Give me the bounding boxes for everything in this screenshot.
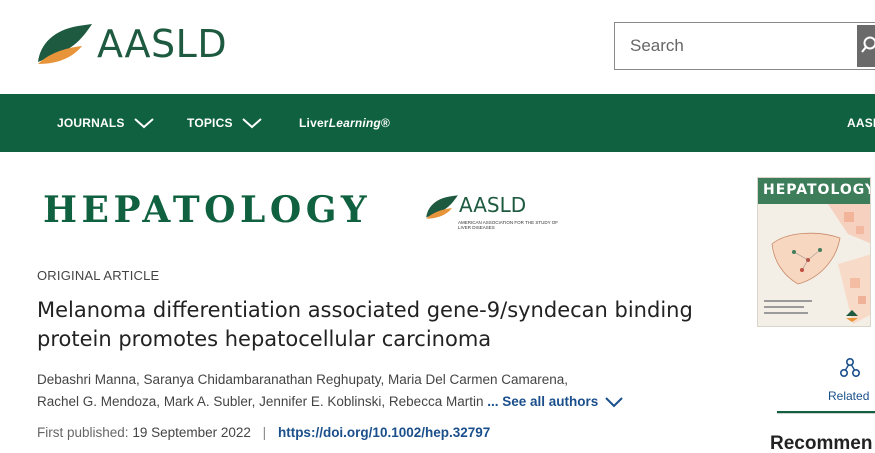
main-nav: JOURNALS TOPICS LiverLearning® AASL xyxy=(0,94,875,152)
nav-topics-label: TOPICS xyxy=(187,116,233,130)
search-button[interactable] xyxy=(857,25,875,67)
nav-liver-suffix: ® xyxy=(380,116,391,130)
publisher-tagline: American Association for the Study of Li… xyxy=(458,220,559,230)
chevron-down-icon xyxy=(241,118,262,129)
rail-divider xyxy=(777,413,875,414)
see-all-label: ... See all authors xyxy=(487,394,599,409)
nav-topics[interactable]: TOPICS xyxy=(187,94,263,152)
authors-line-2: Rachel G. Mendoza, Mark A. Subler, Jenni… xyxy=(37,391,687,413)
journal-cover[interactable]: HEPATOLOGY xyxy=(757,177,871,327)
site-header: AASLD xyxy=(0,0,875,94)
article-title: Melanoma differentiation associated gene… xyxy=(37,298,693,351)
see-all-authors-button[interactable]: ... See all authors xyxy=(487,394,624,409)
nav-aasld[interactable]: AASL xyxy=(847,94,875,152)
first-published-label: First published: xyxy=(37,425,129,440)
nav-journals[interactable]: JOURNALS xyxy=(57,94,155,152)
search-input[interactable] xyxy=(615,23,857,69)
related-nodes-icon xyxy=(839,357,861,378)
aasld-logo[interactable]: AASLD xyxy=(36,22,227,66)
publication-info: First published: 19 September 2022 | htt… xyxy=(37,425,490,440)
doi-link[interactable]: https://doi.org/10.1002/hep.32797 xyxy=(278,425,490,440)
authors-line-1[interactable]: Debashri Manna, Saranya Chidambaranathan… xyxy=(37,369,687,391)
nav-liverlearning[interactable]: Liver Learning ® xyxy=(299,94,390,152)
nav-journals-label: JOURNALS xyxy=(57,116,125,130)
related-label: Related xyxy=(828,389,870,403)
aasld-leaf-icon xyxy=(38,24,92,64)
search-icon xyxy=(861,36,875,53)
separator: | xyxy=(262,425,267,440)
chevron-down-icon xyxy=(605,397,623,408)
cover-illustration xyxy=(758,204,870,326)
journal-title[interactable]: HEPATOLOGY xyxy=(43,192,371,228)
aasld-leaf-icon xyxy=(426,195,458,219)
publisher-logo[interactable]: AASLD American Association for the Study… xyxy=(425,194,558,230)
aasld-wordmark: AASLD xyxy=(97,22,228,66)
cover-title: HEPATOLOGY xyxy=(763,182,871,198)
nav-liver-prefix: Liver xyxy=(299,116,329,130)
related-tab[interactable]: Related xyxy=(800,355,875,407)
chevron-down-icon xyxy=(133,118,154,129)
nav-aasld-label: AASL xyxy=(847,116,875,130)
nav-liver-italic: Learning xyxy=(328,116,381,130)
author-list: Debashri Manna, Saranya Chidambaranathan… xyxy=(37,369,687,413)
first-published-date: 19 September 2022 xyxy=(132,425,251,440)
recommended-heading: Recommen xyxy=(770,433,873,453)
publisher-wordmark: AASLD xyxy=(459,193,527,217)
search-box xyxy=(614,22,875,70)
cover-header: HEPATOLOGY xyxy=(758,178,871,204)
article-type: ORIGINAL ARTICLE xyxy=(37,268,160,283)
authors-line-2-text[interactable]: Rachel G. Mendoza, Mark A. Subler, Jenni… xyxy=(37,394,483,409)
